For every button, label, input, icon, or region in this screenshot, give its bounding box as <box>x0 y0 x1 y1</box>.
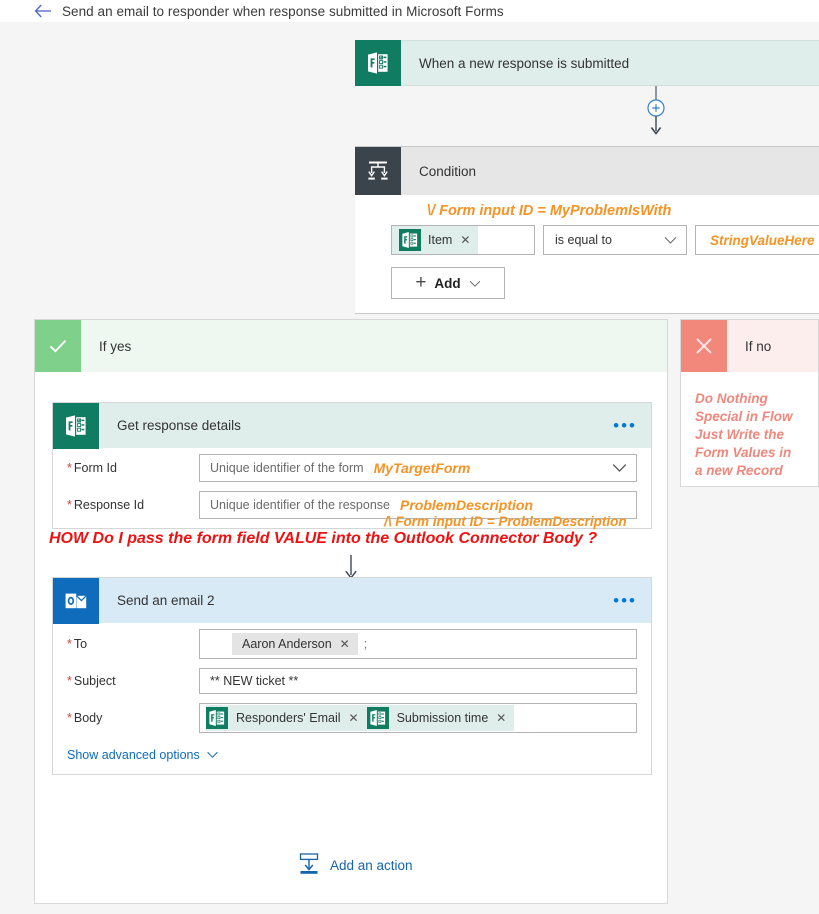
field-row-form-id: * Form Id Unique identifier of the form M… <box>53 454 651 482</box>
checkmark-icon <box>35 320 81 372</box>
field-row-to: * To Aaron Anderson ✕ ; <box>53 629 651 659</box>
question-annotation: HOW Do I pass the form field VALUE into … <box>49 530 598 547</box>
action-card-get-response-details[interactable]: Get response details ••• * Form Id Unique… <box>52 402 652 529</box>
microsoft-forms-icon <box>206 707 228 729</box>
top-header-bar: Send an email to responder when response… <box>0 0 819 22</box>
chevron-down-icon <box>206 748 219 762</box>
add-action-icon <box>298 852 320 879</box>
condition-row: Item ✕ is equal to StringValueHere <box>391 225 819 255</box>
send-email-card-body: * To Aaron Anderson ✕ ; * Subject ** NEW t… <box>53 623 651 774</box>
token-label: Item <box>428 233 453 247</box>
chevron-down-icon[interactable] <box>612 463 627 473</box>
token-label: Submission time <box>396 711 489 725</box>
chevron-down-icon <box>469 276 481 291</box>
add-condition-button[interactable]: + Add <box>391 267 505 299</box>
form-id-annotation: MyTargetForm <box>373 460 471 476</box>
form-id-placeholder: Unique identifier of the form <box>210 461 364 475</box>
response-id-placeholder: Unique identifier of the response <box>210 498 390 512</box>
show-advanced-options-link[interactable]: Show advanced options <box>53 742 219 774</box>
response-id-sub-annotation: /\ Form input ID = ProblemDescription <box>384 514 627 529</box>
branch-if-no-header: If no <box>681 320 818 372</box>
microsoft-forms-icon <box>366 707 389 729</box>
condition-annotation: \/ Form input ID = MyProblemIsWith <box>427 203 672 219</box>
outlook-icon <box>53 577 99 624</box>
condition-value-text: StringValueHere <box>710 232 815 248</box>
field-row-body: * Body Responders' Email ✕ Submission ti… <box>53 703 651 733</box>
dynamic-content-token-responders-email[interactable]: Responders' Email ✕ <box>206 705 367 731</box>
required-marker: * <box>67 498 72 512</box>
send-email-card-header: Send an email 2 ••• <box>53 577 651 624</box>
branch-if-no-annotation: Do Nothing Special in Flow Just Write th… <box>695 391 793 478</box>
branch-if-yes-header: If yes <box>35 320 667 372</box>
trigger-card-header: When a new response is submitted <box>355 40 819 86</box>
add-button-label: Add <box>434 275 461 291</box>
branch-if-no-label: If no <box>745 338 772 354</box>
add-step-connector[interactable] <box>643 86 669 144</box>
flow-canvas: When a new response is submitted Conditi… <box>0 22 819 914</box>
condition-operator-select[interactable]: is equal to <box>543 225 687 255</box>
recipient-separator: ; <box>363 637 368 651</box>
close-icon[interactable]: ✕ <box>340 637 350 651</box>
condition-card[interactable]: Condition \/ Form input ID = MyProblemIs… <box>355 146 819 314</box>
token-label: Aaron Anderson <box>242 637 332 651</box>
chevron-down-icon <box>664 233 677 248</box>
required-marker: * <box>67 711 72 725</box>
show-advanced-options-label: Show advanced options <box>67 748 200 762</box>
dynamic-content-token-submission-time[interactable]: Submission time ✕ <box>366 705 515 731</box>
body-input[interactable]: Responders' Email ✕ Submission time ✕ <box>199 703 637 733</box>
send-email-card-title: Send an email 2 <box>117 593 215 608</box>
action-card-send-an-email[interactable]: Send an email 2 ••• * To Aaron Anderson ✕… <box>52 577 652 775</box>
condition-card-header: Condition <box>355 147 819 195</box>
field-label-text: Body <box>73 711 103 725</box>
dynamic-content-token-item[interactable]: Item ✕ <box>392 226 479 254</box>
trigger-card-title: When a new response is submitted <box>419 55 630 71</box>
field-label-text: Form Id <box>73 461 117 475</box>
ellipsis-icon[interactable]: ••• <box>613 592 637 609</box>
subject-input[interactable]: ** NEW ticket ** <box>199 668 637 694</box>
condition-card-body: \/ Form input ID = MyProblemIsWith Item … <box>355 195 819 313</box>
condition-operand-field[interactable]: Item ✕ <box>391 225 535 255</box>
add-an-action-label: Add an action <box>330 858 413 873</box>
trigger-card-new-response[interactable]: When a new response is submitted <box>355 40 819 86</box>
condition-icon <box>355 147 401 195</box>
response-id-annotation: ProblemDescription <box>399 497 534 513</box>
recipient-token-aaron-anderson[interactable]: Aaron Anderson ✕ <box>232 633 358 655</box>
microsoft-forms-icon <box>355 40 401 86</box>
condition-operator-value: is equal to <box>555 233 612 247</box>
required-marker: * <box>67 637 72 651</box>
close-icon[interactable]: ✕ <box>460 233 470 247</box>
branch-if-yes-label: If yes <box>99 338 132 354</box>
field-label-text: Response Id <box>73 498 145 512</box>
get-response-card-header: Get response details ••• <box>53 402 651 449</box>
condition-card-title: Condition <box>419 163 477 179</box>
field-label-text: To <box>73 637 88 651</box>
field-label-text: Subject <box>73 674 116 688</box>
plus-icon: + <box>415 271 427 293</box>
branch-if-no[interactable]: If no Do Nothing Special in Flow Just Wr… <box>680 319 819 487</box>
microsoft-forms-icon <box>53 402 99 449</box>
field-row-subject: * Subject ** NEW ticket ** <box>53 668 651 694</box>
field-label-to: * To <box>67 637 199 651</box>
get-response-card-body: * Form Id Unique identifier of the form M… <box>53 448 651 519</box>
page-title: Send an email to responder when response… <box>62 3 504 19</box>
field-label-subject: * Subject <box>67 674 199 688</box>
condition-value-field[interactable]: StringValueHere <box>695 225 819 255</box>
required-marker: * <box>67 674 72 688</box>
field-label-body: * Body <box>67 711 199 725</box>
required-marker: * <box>67 461 72 475</box>
add-an-action-button[interactable]: Add an action <box>298 852 413 879</box>
form-id-input[interactable]: Unique identifier of the form MyTargetFo… <box>199 454 637 482</box>
get-response-card-title: Get response details <box>117 418 241 433</box>
microsoft-forms-icon <box>399 229 421 251</box>
close-x-icon <box>681 320 727 372</box>
back-arrow-icon[interactable] <box>30 4 56 18</box>
field-label-response-id: * Response Id <box>67 498 199 512</box>
close-icon[interactable]: ✕ <box>496 711 506 725</box>
close-icon[interactable]: ✕ <box>349 711 359 725</box>
token-label: Responders' Email <box>236 711 341 725</box>
to-input[interactable]: Aaron Anderson ✕ ; <box>199 629 637 659</box>
field-label-form-id: * Form Id <box>67 461 199 475</box>
ellipsis-icon[interactable]: ••• <box>613 417 637 434</box>
subject-value: ** NEW ticket ** <box>210 674 299 688</box>
